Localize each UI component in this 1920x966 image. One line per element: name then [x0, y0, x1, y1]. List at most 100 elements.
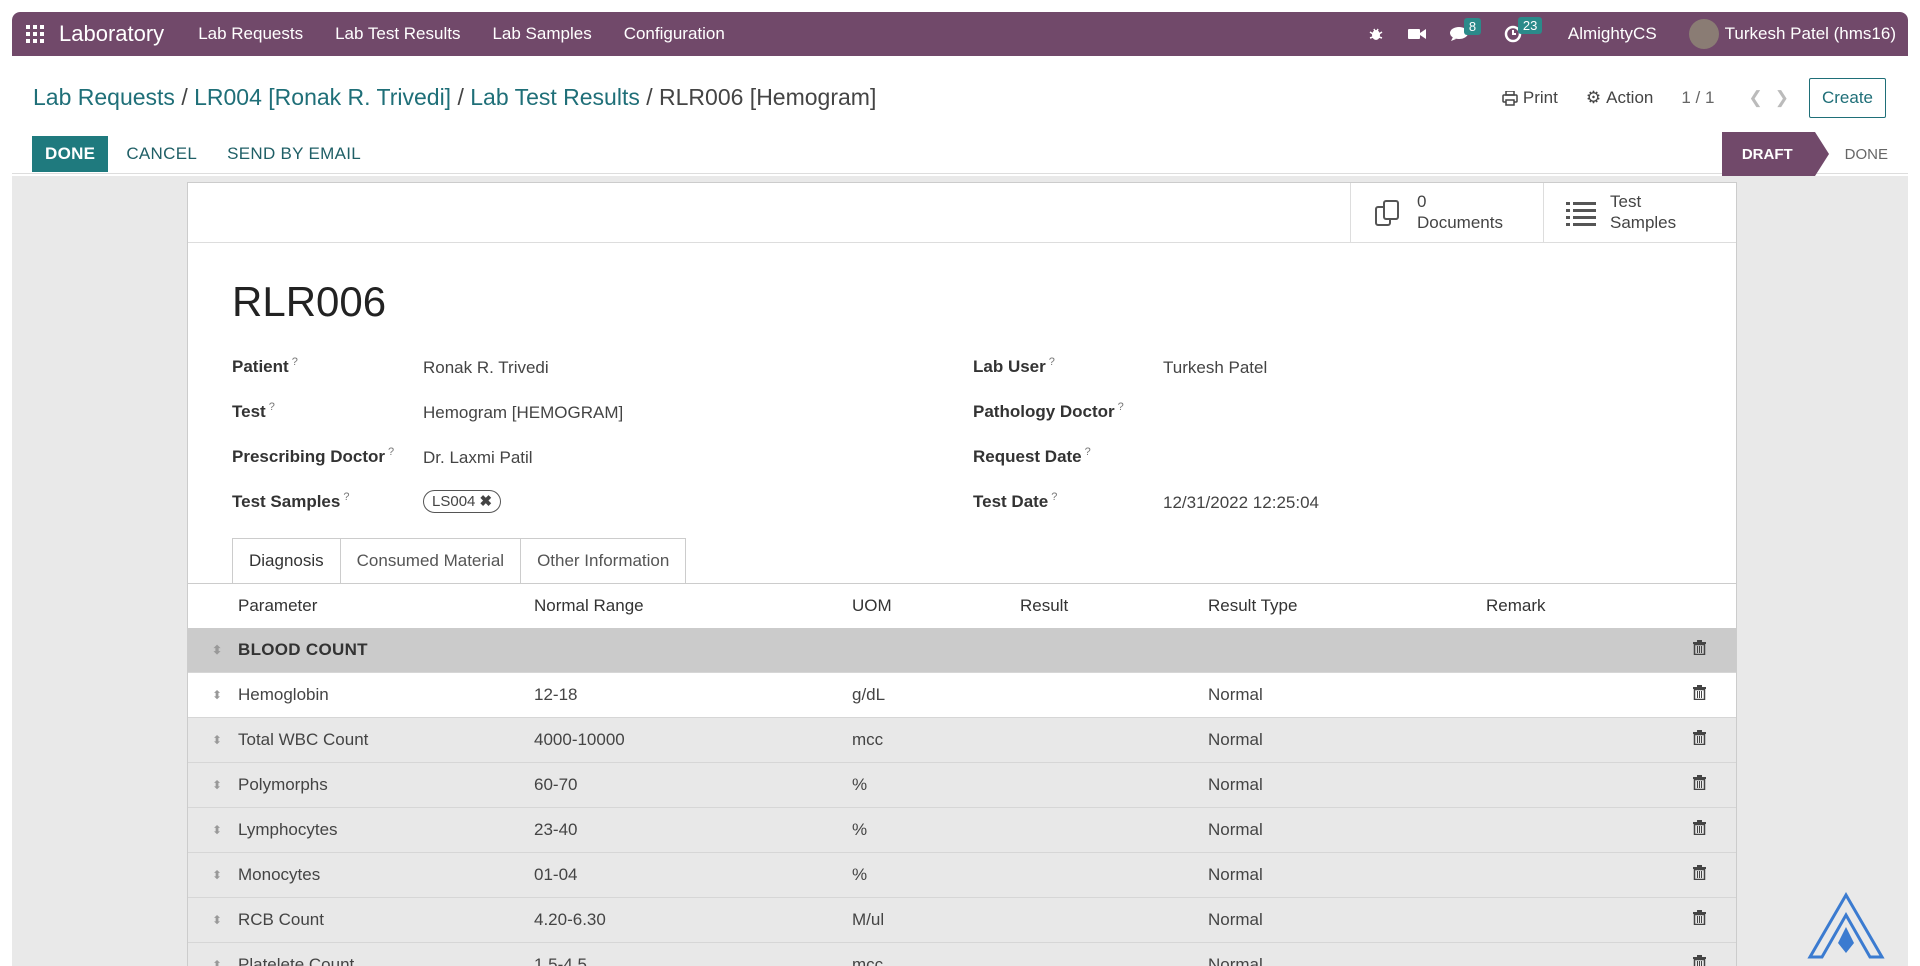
trash-icon[interactable]: [1693, 730, 1706, 750]
help-tooltip-icon[interactable]: ?: [269, 401, 275, 413]
test-samples-smart-button[interactable]: Test Samples: [1543, 183, 1736, 242]
done-button[interactable]: DONE: [32, 136, 109, 172]
status-pipeline: DRAFT DONE: [1721, 132, 1908, 176]
cell-parameter: Total WBC Count: [238, 730, 369, 749]
trash-icon[interactable]: [1693, 910, 1706, 930]
breadcrumb-current: RLR006 [Hemogram]: [659, 84, 877, 110]
menu-configuration[interactable]: Configuration: [624, 24, 725, 44]
lab-user-field[interactable]: Turkesh Patel: [1163, 358, 1267, 378]
drag-handle-icon[interactable]: ⬍: [212, 643, 222, 657]
menu-lab-test-results[interactable]: Lab Test Results: [335, 24, 460, 44]
activity-count-badge: 23: [1517, 17, 1543, 34]
action-button[interactable]: ⚙ Action: [1586, 88, 1654, 108]
col-normal-range[interactable]: Normal Range: [534, 596, 644, 616]
test-field[interactable]: Hemogram [HEMOGRAM]: [423, 403, 623, 423]
breadcrumb-lab-test-results[interactable]: Lab Test Results: [470, 84, 640, 110]
request-date-label: Request Date?: [973, 446, 1091, 466]
trash-icon[interactable]: [1693, 775, 1706, 795]
documents-smart-button[interactable]: 0 Documents: [1350, 183, 1543, 242]
form-sheet: 0 Documents Test Samples RLR006 Patient? R…: [187, 182, 1737, 966]
breadcrumb-lab-requests[interactable]: Lab Requests: [33, 84, 175, 110]
statusbar-buttons: DONE CANCEL SEND BY EMAIL: [32, 136, 361, 172]
trash-icon[interactable]: [1693, 640, 1706, 660]
cell-uom: mcc: [852, 730, 884, 749]
record-title: RLR006: [232, 278, 387, 325]
trash-icon[interactable]: [1693, 685, 1706, 705]
drag-handle-icon[interactable]: ⬍: [212, 778, 222, 792]
cell-parameter: Platelete Count: [238, 955, 355, 966]
help-tooltip-icon[interactable]: ?: [1051, 491, 1057, 503]
drag-handle-icon[interactable]: ⬍: [212, 823, 222, 837]
user-menu[interactable]: Turkesh Patel (hms16): [1688, 19, 1896, 49]
table-row[interactable]: ⬍ Total WBC Count 4000-10000 mcc Normal: [188, 718, 1736, 763]
trash-icon[interactable]: [1693, 820, 1706, 840]
chevron-left-icon[interactable]: ❮: [1748, 88, 1762, 108]
stage-done[interactable]: DONE: [1815, 146, 1908, 163]
help-tooltip-icon[interactable]: ?: [292, 356, 298, 368]
test-date-field[interactable]: 12/31/2022 12:25:04: [1163, 493, 1319, 513]
table-row[interactable]: ⬍ RCB Count 4.20-6.30 M/ul Normal: [188, 898, 1736, 943]
activity-clock-icon[interactable]: 23: [1504, 17, 1543, 43]
section-row[interactable]: ⬍ BLOOD COUNT: [188, 628, 1736, 673]
send-by-email-button[interactable]: SEND BY EMAIL: [227, 144, 361, 164]
breadcrumb-lab-request-record[interactable]: LR004 [Ronak R. Trivedi]: [194, 84, 451, 110]
help-tooltip-icon[interactable]: ?: [388, 446, 394, 458]
company-switcher[interactable]: AlmightyCS: [1568, 24, 1657, 44]
test-samples-label: Test Samples?: [232, 491, 350, 511]
cell-normal-range: 12-18: [534, 685, 578, 704]
test-samples-field[interactable]: LS004 ✖: [423, 490, 502, 513]
prescribing-doctor-field[interactable]: Dr. Laxmi Patil: [423, 448, 533, 468]
table-row[interactable]: ⬍ Hemoglobin 12-18 g/dL Normal: [188, 673, 1736, 718]
table-row[interactable]: ⬍ Platelete Count 1.5-4.5 mcc Normal: [188, 943, 1736, 966]
help-tooltip-icon[interactable]: ?: [343, 491, 349, 503]
remove-tag-icon[interactable]: ✖: [480, 493, 493, 510]
pathology-doctor-label: Pathology Doctor?: [973, 401, 1124, 421]
list-icon: [1566, 201, 1596, 226]
tab-other-information[interactable]: Other Information: [520, 538, 687, 583]
tab-diagnosis[interactable]: Diagnosis: [232, 538, 341, 583]
create-button[interactable]: Create: [1808, 78, 1886, 118]
table-row[interactable]: ⬍ Polymorphs 60-70 % Normal: [188, 763, 1736, 808]
table-row[interactable]: ⬍ Monocytes 01-04 % Normal: [188, 853, 1736, 898]
drag-handle-icon[interactable]: ⬍: [212, 958, 222, 966]
bug-icon[interactable]: [1368, 26, 1384, 42]
breadcrumb-separator: /: [181, 84, 188, 110]
drag-handle-icon[interactable]: ⬍: [212, 733, 222, 747]
cancel-button[interactable]: CANCEL: [126, 144, 197, 164]
help-tooltip-icon[interactable]: ?: [1085, 446, 1091, 458]
chat-icon[interactable]: 8: [1449, 18, 1482, 42]
lab-user-label: Lab User?: [973, 356, 1055, 376]
cell-normal-range: 4.20-6.30: [534, 910, 606, 929]
col-result-type[interactable]: Result Type: [1208, 596, 1297, 616]
apps-menu-icon[interactable]: [26, 25, 44, 43]
cell-parameter: RCB Count: [238, 910, 324, 929]
video-camera-icon[interactable]: [1407, 27, 1426, 41]
test-samples-label-line2: Samples: [1610, 212, 1677, 232]
chevron-right-icon[interactable]: ❯: [1775, 88, 1789, 108]
menu-lab-requests[interactable]: Lab Requests: [198, 24, 303, 44]
sample-tag[interactable]: LS004 ✖: [423, 490, 502, 513]
drag-handle-icon[interactable]: ⬍: [212, 868, 222, 882]
help-tooltip-icon[interactable]: ?: [1049, 356, 1055, 368]
help-tooltip-icon[interactable]: ?: [1118, 401, 1124, 413]
menu-lab-samples[interactable]: Lab Samples: [492, 24, 591, 44]
col-result[interactable]: Result: [1020, 596, 1068, 616]
trash-icon[interactable]: [1693, 955, 1706, 966]
patient-field[interactable]: Ronak R. Trivedi: [423, 358, 549, 378]
col-parameter[interactable]: Parameter: [238, 596, 317, 616]
printer-icon: [1502, 90, 1518, 106]
drag-handle-icon[interactable]: ⬍: [212, 688, 222, 702]
col-uom[interactable]: UOM: [852, 596, 892, 616]
app-title[interactable]: Laboratory: [59, 21, 164, 47]
breadcrumb-separator: /: [646, 84, 653, 110]
table-row[interactable]: ⬍ Lymphocytes 23-40 % Normal: [188, 808, 1736, 853]
tab-consumed-material[interactable]: Consumed Material: [339, 538, 522, 583]
trash-icon[interactable]: [1693, 865, 1706, 885]
stage-draft[interactable]: DRAFT: [1721, 132, 1829, 176]
cell-normal-range: 60-70: [534, 775, 578, 794]
print-button[interactable]: Print: [1502, 88, 1558, 108]
pager-value[interactable]: 1 / 1: [1681, 88, 1714, 108]
breadcrumb-separator: /: [457, 84, 464, 110]
col-remark[interactable]: Remark: [1486, 596, 1546, 616]
drag-handle-icon[interactable]: ⬍: [212, 913, 222, 927]
